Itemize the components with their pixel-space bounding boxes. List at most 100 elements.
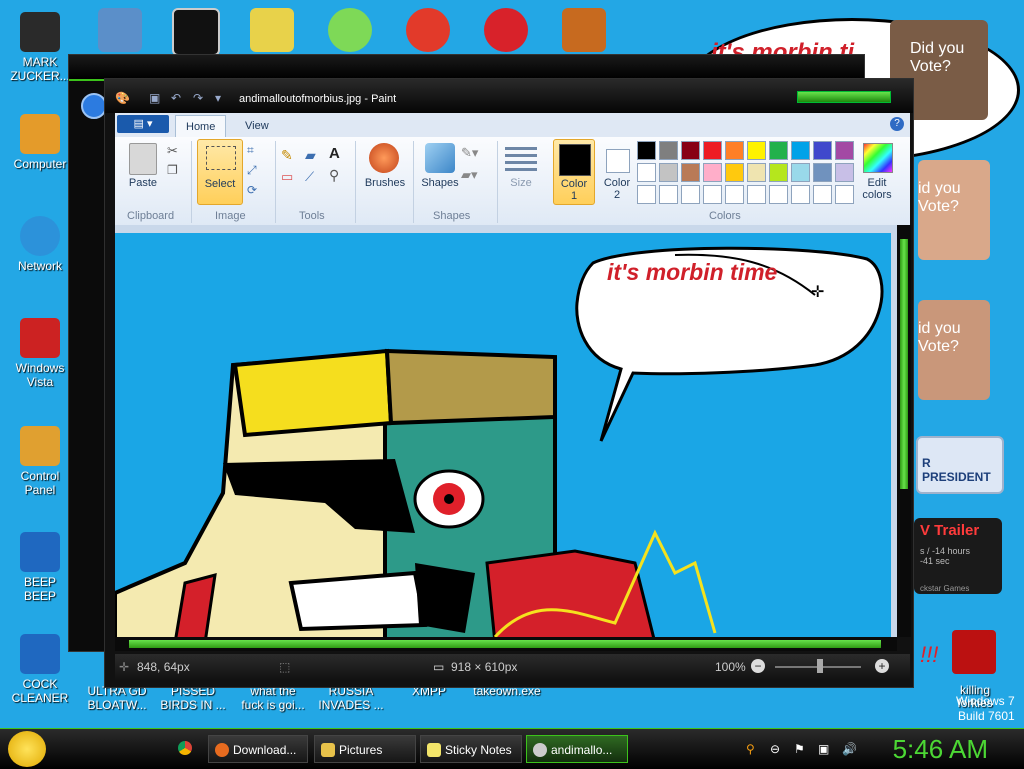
palette-swatch[interactable] (659, 141, 678, 160)
volume-tray-icon[interactable]: 🔊 (842, 742, 857, 756)
taskbar-button-sticky-notes[interactable]: Sticky Notes (420, 735, 522, 763)
vertical-scroll-thumb[interactable] (900, 239, 908, 489)
palette-swatch[interactable] (791, 163, 810, 182)
palette-swatch[interactable] (747, 185, 766, 204)
copy-icon[interactable]: ❐ (167, 163, 178, 177)
palette-swatch[interactable] (703, 185, 722, 204)
taskbar-button-downloads[interactable]: Download... (208, 735, 308, 763)
palette-swatch[interactable] (725, 163, 744, 182)
brushes-icon[interactable] (369, 143, 399, 173)
palette-swatch[interactable] (725, 185, 744, 204)
horizontal-scrollbar[interactable] (115, 637, 897, 651)
paint-window[interactable]: 🎨 ▣ ↶ ↷ ▾ andimalloutofmorbius.jpg - Pai… (104, 78, 914, 688)
president-gadget[interactable]: R PRESIDENT (916, 436, 1004, 494)
desktop-label-pissed-birds[interactable]: PISSED BIRDS IN ... (152, 684, 234, 712)
customize-quick-access-icon[interactable]: ▾ (215, 91, 229, 105)
palette-swatch[interactable] (703, 141, 722, 160)
palette-swatch[interactable] (835, 141, 854, 160)
flag-tray-icon[interactable]: ⚑ (794, 742, 808, 756)
palette-swatch[interactable] (813, 163, 832, 182)
vertical-scrollbar[interactable] (897, 225, 911, 637)
chrome-icon[interactable] (178, 741, 192, 755)
palette-swatch[interactable] (747, 163, 766, 182)
taskbar-button-pictures[interactable]: Pictures (314, 735, 416, 763)
palette-swatch[interactable] (769, 163, 788, 182)
trailer-gadget[interactable]: V Trailer s / -14 hours -41 sec ckstar G… (914, 518, 1002, 594)
paste-icon[interactable] (129, 143, 157, 175)
palette-swatch[interactable] (637, 163, 656, 182)
palette-swatch[interactable] (791, 141, 810, 160)
redo-icon[interactable]: ↷ (193, 91, 207, 105)
tab-home[interactable]: Home (175, 115, 227, 138)
palette-swatch[interactable] (659, 163, 678, 182)
undo-icon[interactable]: ↶ (171, 91, 185, 105)
palette-swatch[interactable] (791, 185, 810, 204)
vote-gadget-mccain[interactable]: id you Vote? (918, 160, 990, 260)
palette-swatch[interactable] (681, 185, 700, 204)
edit-colors-icon[interactable] (863, 143, 893, 173)
pencil-icon[interactable]: ✎ (281, 147, 293, 164)
palette-swatch[interactable] (769, 141, 788, 160)
angry-pig-icon[interactable] (328, 8, 372, 52)
color-picker-icon[interactable]: ⟋ (305, 169, 314, 185)
file-menu-button[interactable]: ▤ ▾ (117, 115, 169, 133)
palette-swatch[interactable] (681, 163, 700, 182)
edit-colors-button[interactable]: Edit colors (857, 177, 897, 201)
size-icon[interactable] (505, 147, 537, 171)
save-icon[interactable]: ▣ (149, 91, 163, 105)
window-controls[interactable] (797, 91, 891, 103)
brushes-button[interactable]: Brushes (361, 177, 409, 189)
tab-view[interactable]: View (235, 115, 279, 137)
palette-swatch[interactable] (703, 163, 722, 182)
canvas-area[interactable]: it's morbin time ✛ (115, 225, 897, 637)
search-tray-icon[interactable]: ⚲ (746, 742, 760, 756)
paint-titlebar[interactable]: 🎨 ▣ ↶ ↷ ▾ andimalloutofmorbius.jpg - Pai… (105, 79, 913, 113)
outline-icon[interactable]: ✎▾ (461, 145, 478, 161)
palette-swatch[interactable] (813, 141, 832, 160)
fill-style-icon[interactable]: ▰▾ (461, 167, 478, 183)
terminal-icon[interactable] (98, 8, 142, 52)
palette-swatch[interactable] (659, 185, 678, 204)
palette-swatch[interactable] (747, 141, 766, 160)
postal2-icon[interactable] (952, 630, 996, 674)
palette-swatch[interactable] (637, 185, 656, 204)
palette-swatch[interactable] (835, 163, 854, 182)
palette-swatch[interactable] (681, 141, 700, 160)
network-tray-icon[interactable]: ▣ (818, 742, 832, 756)
color1-button[interactable]: Color 1 (553, 139, 595, 205)
desktop-label-what-the[interactable]: what the fuck is goi... (232, 684, 314, 712)
palette-swatch[interactable] (637, 141, 656, 160)
magnifier-icon[interactable]: ⚲ (329, 167, 339, 184)
folder-stack-icon[interactable] (250, 8, 294, 52)
zoom-slider-thumb[interactable] (817, 659, 823, 673)
fill-icon[interactable]: ▰ (305, 147, 316, 164)
zoom-out-icon[interactable]: − (751, 659, 765, 673)
minus-tray-icon[interactable]: ⊖ (770, 742, 784, 756)
paint-canvas[interactable]: it's morbin time ✛ (115, 233, 891, 637)
palette-swatch[interactable] (835, 185, 854, 204)
palette-swatch[interactable] (769, 185, 788, 204)
dev-cpp-icon[interactable] (484, 8, 528, 52)
resize-icon[interactable]: ⤢ (247, 163, 257, 178)
horizontal-scroll-thumb[interactable] (129, 640, 881, 648)
palette-swatch[interactable] (813, 185, 832, 204)
color2-button[interactable]: Color 2 (597, 139, 637, 203)
desktop-label-russia[interactable]: RUSSIA INVADES ... (310, 684, 392, 712)
start-button[interactable] (8, 731, 46, 767)
taskbar-clock[interactable]: 5:46 AM (893, 734, 988, 765)
crop-icon[interactable]: ⌗ (247, 143, 254, 158)
zoom-in-icon[interactable]: + (875, 659, 889, 673)
text-icon[interactable]: A (329, 145, 340, 162)
vote-gadget-clinton[interactable]: id you Vote? (918, 300, 990, 400)
palette-swatch[interactable] (725, 141, 744, 160)
size-button[interactable]: Size (501, 177, 541, 189)
desktop-label-ultra-gd[interactable]: ULTRA GD BLOATW... (76, 684, 158, 712)
eraser-icon[interactable]: ▭ (281, 169, 293, 185)
select-button[interactable]: Select (197, 139, 243, 205)
paint-app-icon[interactable]: 🎨 (115, 91, 130, 105)
help-icon[interactable]: ? (890, 117, 904, 131)
paste-button[interactable]: Paste (123, 177, 163, 189)
cut-icon[interactable]: ✂ (167, 143, 178, 159)
p-logo-icon[interactable] (406, 8, 450, 52)
screen-app-icon[interactable] (562, 8, 606, 52)
